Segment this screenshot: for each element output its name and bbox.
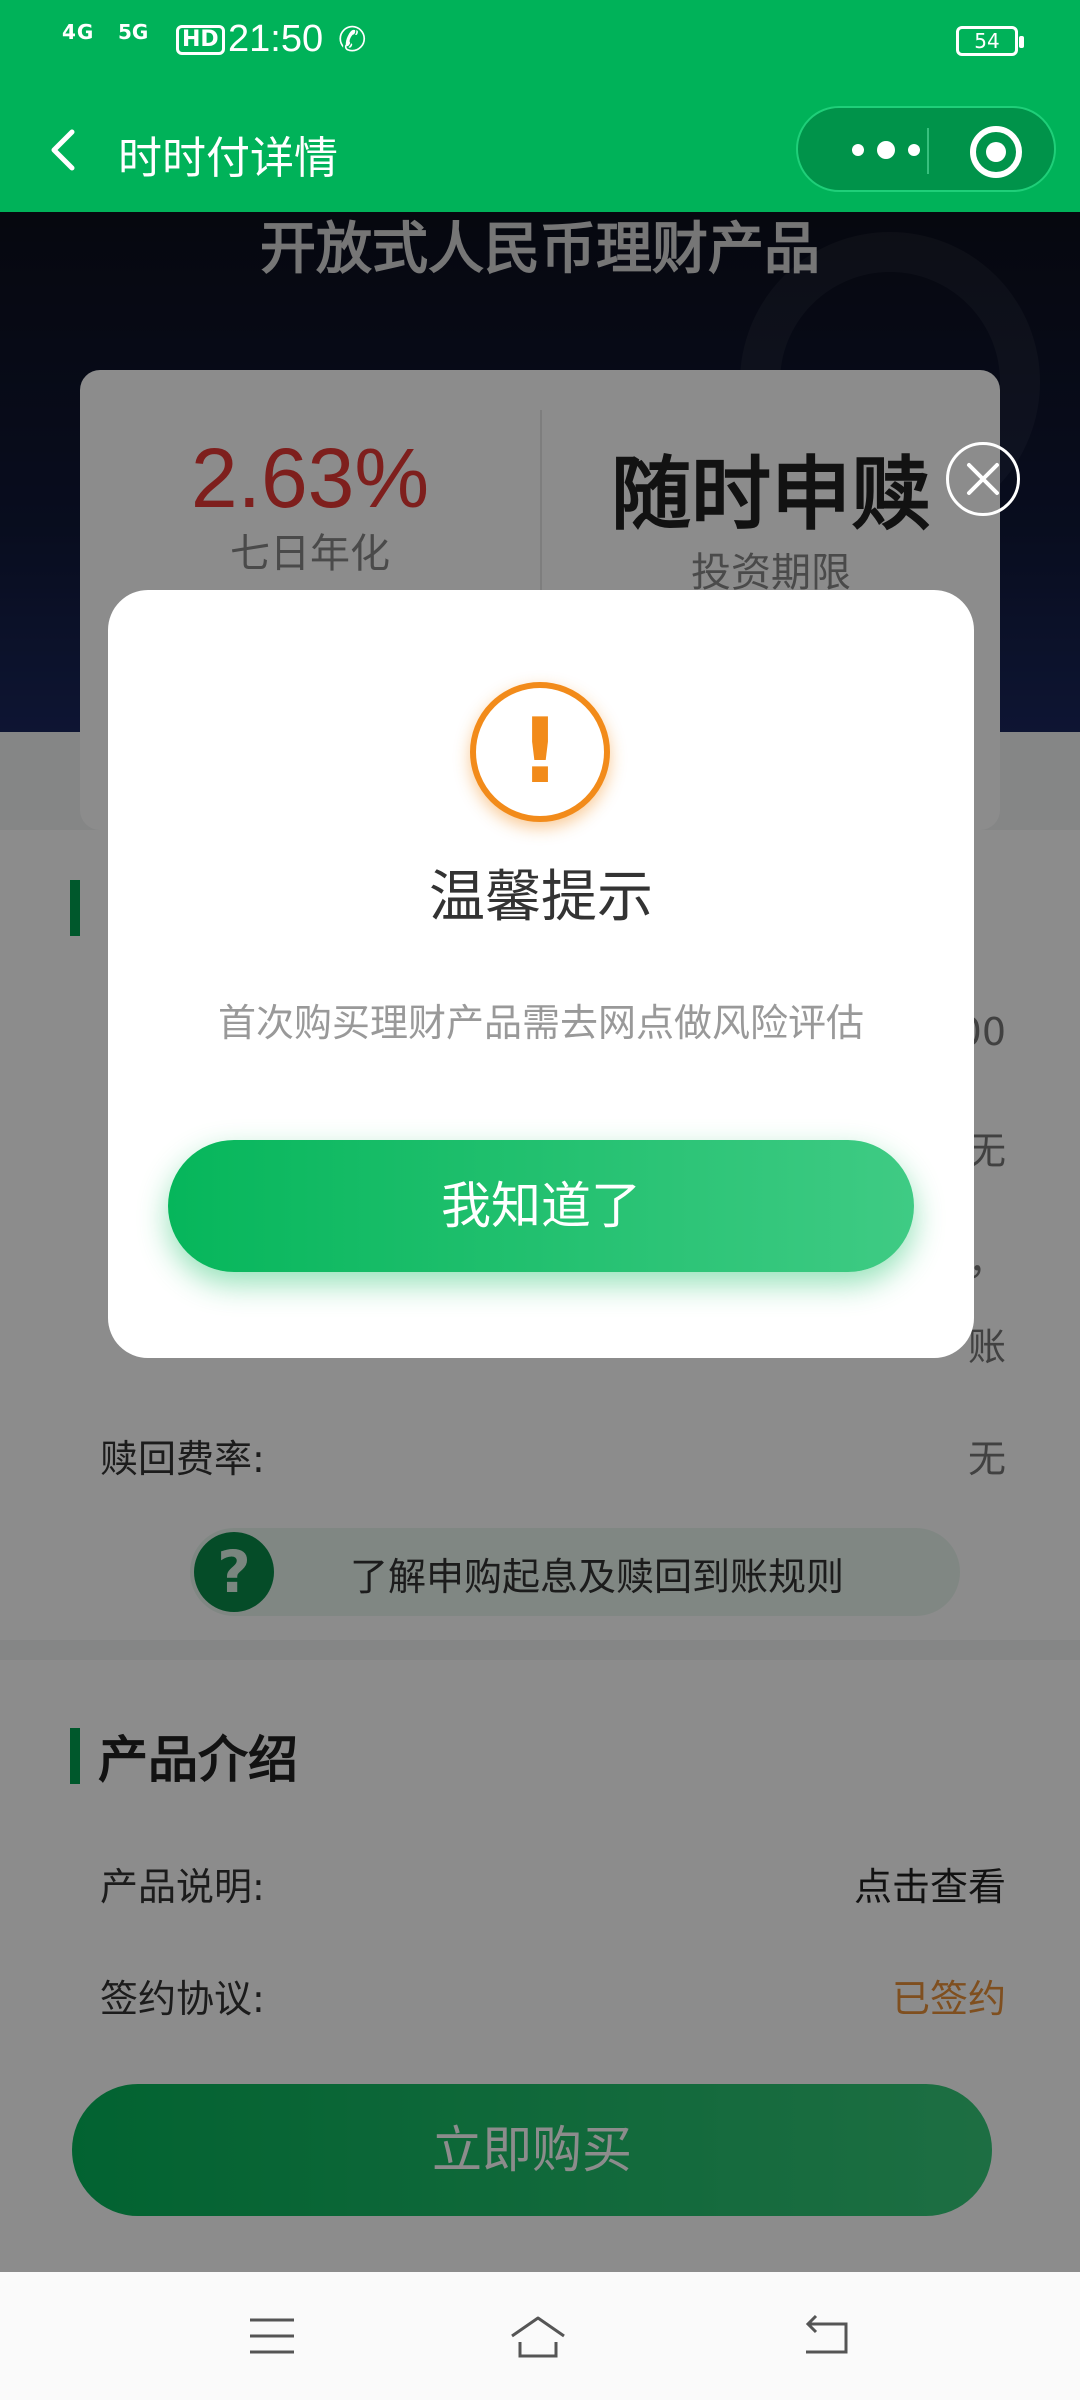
nav-bar: 时时付详情 — [0, 100, 1080, 200]
menu-icon[interactable] — [242, 2306, 302, 2366]
hd-voice-indicator: HD — [176, 25, 225, 55]
battery-icon: 54 — [956, 26, 1024, 56]
risk-assessment-dialog: ! 温馨提示 首次购买理财产品需去网点做风险评估 我知道了 — [108, 590, 974, 1358]
network-5g-indicator: 5G — [118, 20, 149, 44]
phone-call-icon: ✆ — [338, 20, 367, 60]
back-arrow-icon[interactable] — [36, 120, 96, 180]
warning-icon: ! — [470, 682, 610, 822]
back-icon[interactable] — [796, 2306, 856, 2366]
dialog-title: 温馨提示 — [429, 865, 653, 930]
more-options-icon[interactable] — [828, 122, 948, 178]
status-time: 21:50 — [228, 18, 324, 60]
close-miniprogram-icon[interactable] — [966, 122, 1026, 182]
miniprogram-capsule — [796, 106, 1056, 192]
close-icon[interactable] — [946, 442, 1020, 516]
app-header: 4G 5G HD 21:50 ✆ 54 时时付详情 — [0, 0, 1080, 212]
network-4g-indicator: 4G — [62, 20, 95, 44]
capsule-divider — [927, 128, 929, 174]
battery-level: 54 — [974, 29, 1000, 53]
status-bar: 4G 5G HD 21:50 ✆ 54 — [0, 0, 1080, 84]
dialog-message: 首次购买理财产品需去网点做风险评估 — [217, 1001, 864, 1045]
page-title: 时时付详情 — [118, 133, 338, 184]
system-nav-bar — [0, 2272, 1080, 2400]
acknowledge-button[interactable]: 我知道了 — [168, 1140, 914, 1272]
home-icon[interactable] — [508, 2306, 568, 2366]
